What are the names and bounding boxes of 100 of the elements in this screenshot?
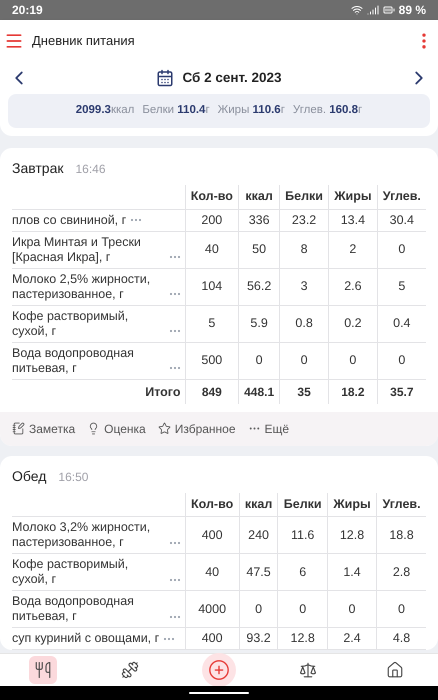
table-cell: 0 [328, 342, 378, 379]
more-icon[interactable] [130, 218, 142, 222]
table-cell: 8 [280, 231, 329, 268]
home-icon [386, 661, 404, 679]
table-cell: 500 [185, 342, 239, 379]
meal-action[interactable]: Избранное [158, 420, 236, 438]
more-icon[interactable] [168, 255, 180, 260]
summary-item: 2099.3ккал [76, 103, 134, 118]
total-cell: 448.1 [238, 379, 280, 404]
table-cell: 0 [377, 231, 426, 268]
table-cell: 12.8 [278, 628, 328, 650]
cutlery-icon [34, 661, 52, 679]
total-label: Итого [145, 384, 180, 398]
food-name[interactable]: Икра Минтая и Трески [Красная Икра], г [12, 234, 164, 264]
column-header: ккал [238, 185, 280, 209]
table-cell: 4.8 [376, 628, 426, 650]
app-title: Дневник питания [32, 32, 135, 50]
table-cell: 93.2 [239, 628, 278, 650]
column-header: Жиры [328, 185, 378, 209]
table-cell: 40 [185, 231, 239, 268]
column-header: Кол-во [185, 492, 240, 516]
table-cell: 12.8 [328, 516, 377, 554]
table-cell: 4000 [185, 590, 240, 628]
table-cell: 0 [280, 342, 329, 379]
table-cell: 5.9 [238, 305, 280, 342]
meal-title: Завтрак [12, 159, 64, 178]
meal-title: Обед [12, 466, 46, 486]
table-cell: 0 [239, 590, 278, 628]
total-cell: 35 [280, 379, 329, 404]
food-name[interactable]: Кофе растворимый, сухой, г [12, 308, 164, 338]
table-cell: 400 [185, 516, 240, 554]
table-cell: 2.6 [328, 268, 378, 305]
add-icon [208, 659, 230, 681]
more-icon[interactable] [168, 366, 180, 370]
table-cell: 0 [278, 590, 328, 628]
scale-icon [299, 661, 318, 679]
star-icon [158, 422, 171, 435]
table-cell: 2.4 [328, 628, 377, 650]
meal-time: 16:50 [58, 468, 88, 486]
table-cell: 336 [238, 209, 280, 231]
battery-icon [382, 4, 395, 16]
table-cell: 2 [328, 231, 378, 268]
column-header: Жиры [328, 492, 377, 516]
more-icon[interactable] [163, 636, 176, 641]
battery-level: 89 % [398, 2, 426, 19]
more-icon[interactable] [168, 292, 180, 296]
table-cell: 104 [185, 268, 239, 305]
food-name[interactable]: Молоко 3,2% жирности, пастеризованное, г [12, 520, 164, 550]
food-name[interactable]: Вода водопроводная питьевая, г [12, 346, 164, 376]
nav-item[interactable] [202, 653, 236, 687]
more-icon[interactable] [168, 614, 180, 619]
table-cell: 0 [377, 342, 426, 379]
table-cell: 240 [239, 516, 278, 554]
table-cell: 1.4 [328, 554, 377, 590]
table-cell: 0.2 [328, 305, 378, 342]
table-cell: 0 [376, 590, 426, 628]
food-name[interactable]: плов со свининой, г [12, 212, 126, 228]
column-header: Кол-во [185, 185, 239, 209]
meal-time: 16:46 [75, 161, 106, 178]
column-header: ккал [239, 492, 278, 516]
table-cell: 5 [185, 305, 239, 342]
total-cell: 18.2 [328, 379, 378, 404]
table-cell: 30.4 [377, 209, 426, 231]
meal-action[interactable]: Оценка [87, 420, 146, 438]
table-cell: 200 [185, 209, 239, 231]
table-cell: 6 [278, 554, 328, 590]
column-header: Белки [278, 492, 328, 516]
total-cell: 35.7 [377, 379, 426, 404]
column-header: Белки [280, 185, 329, 209]
meal-action[interactable]: Заметка [12, 420, 76, 438]
table-cell: 3 [280, 268, 329, 305]
more-icon[interactable] [168, 329, 180, 334]
note-icon [12, 422, 25, 435]
table-cell: 18.8 [376, 516, 426, 554]
calendar-icon[interactable] [156, 69, 174, 87]
table-cell: 2.8 [376, 554, 426, 590]
column-header: Углев. [376, 492, 426, 516]
table-cell: 11.6 [278, 516, 328, 554]
table-cell: 0 [328, 590, 377, 628]
food-name[interactable]: суп куриний с овощами, г [12, 631, 160, 646]
total-cell: 849 [185, 379, 239, 404]
table-cell: 0.4 [377, 305, 426, 342]
food-name[interactable]: Кофе растворимый, сухой, г [12, 557, 164, 587]
column-header: Углев. [377, 185, 426, 209]
table-cell: 0.8 [280, 305, 329, 342]
home-indicator [189, 692, 249, 694]
summary-item: Белки 110.4г [142, 103, 210, 118]
table-cell: 0 [238, 342, 280, 379]
food-name[interactable]: Молоко 2,5% жирности, пастеризованное, г [12, 272, 164, 302]
date-label[interactable]: Сб 2 сент. 2023 [182, 68, 282, 88]
more-icon[interactable] [168, 578, 180, 582]
dumbbell-icon [120, 661, 139, 679]
food-name[interactable]: Вода водопроводная питьевая, г [12, 594, 164, 624]
meal-action[interactable]: Ещё [248, 420, 290, 438]
nav-item[interactable] [29, 656, 58, 684]
more-icon[interactable] [168, 540, 180, 545]
status-time: 20:19 [12, 2, 43, 19]
table-cell: 56.2 [238, 268, 280, 305]
table-cell: 50 [238, 231, 280, 268]
summary-item: Жиры 110.6г [218, 103, 285, 118]
